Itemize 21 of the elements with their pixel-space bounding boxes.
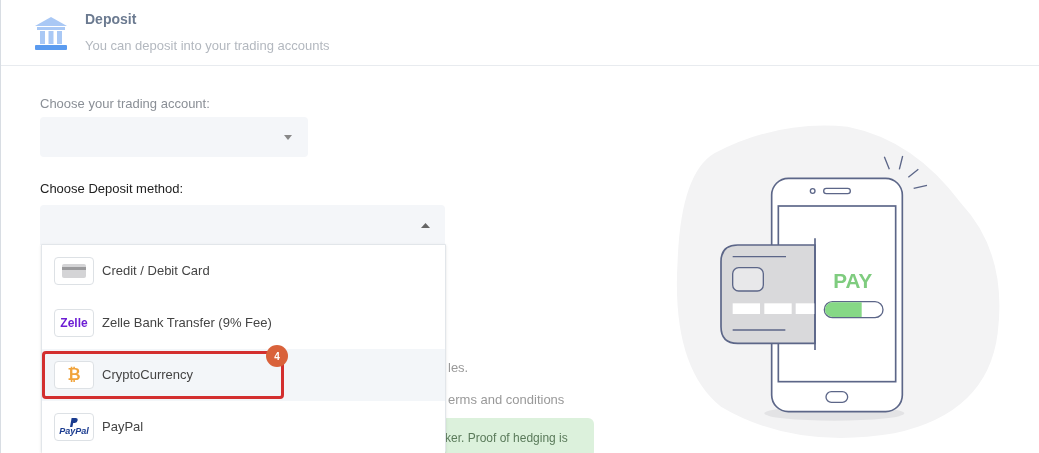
- step-badge: 4: [266, 345, 288, 367]
- page-subtitle: You can deposit into your trading accounts: [85, 37, 330, 56]
- payment-option[interactable]: Credit / Debit Card: [42, 245, 445, 297]
- body-text: erms and conditions: [448, 390, 565, 409]
- bitcoin-icon: ₿: [54, 361, 94, 389]
- field-label: Choose your trading account:: [40, 95, 211, 113]
- body-text: les.: [448, 359, 470, 377]
- account-select[interactable]: [40, 117, 308, 157]
- bank-icon: [33, 14, 69, 51]
- zelle-logo: Zelle: [54, 309, 94, 337]
- notice-text: ker. Proof of hedging is: [444, 430, 568, 447]
- pay-label: PAY: [833, 268, 873, 292]
- caret-up-icon: [421, 222, 430, 228]
- deposit-method-select[interactable]: [40, 205, 445, 245]
- paypal-logo: PayPal: [54, 413, 94, 441]
- credit-card-icon: [54, 257, 94, 285]
- payment-option[interactable]: PayPal PayPal: [42, 401, 445, 453]
- page-title: Deposit: [85, 10, 138, 30]
- payment-option[interactable]: Zelle Zelle Bank Transfer (9% Fee): [42, 297, 445, 349]
- caret-down-icon: [284, 134, 292, 140]
- field-label: Choose Deposit method:: [40, 180, 185, 198]
